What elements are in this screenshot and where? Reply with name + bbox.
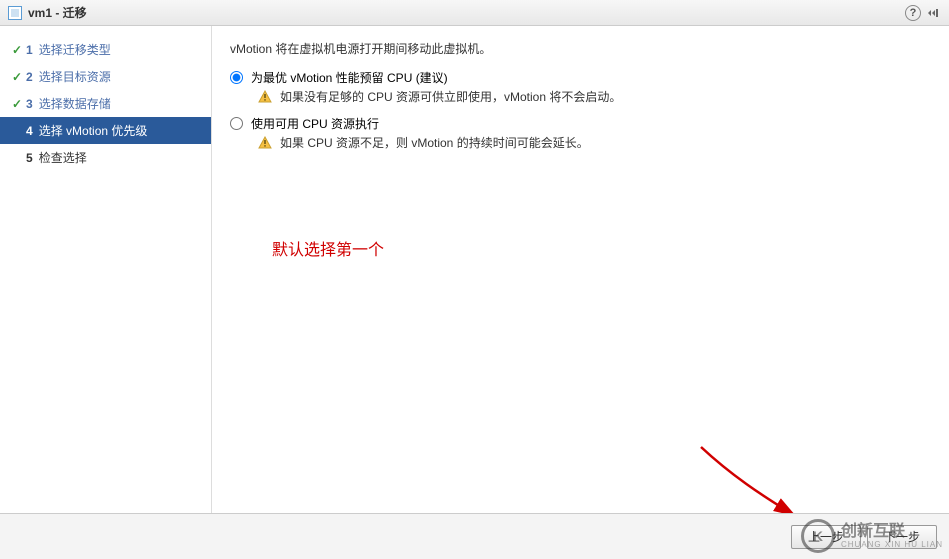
titlebar: vm1 - 迁移 ?: [0, 0, 949, 26]
option-label: 为最优 vMotion 性能预留 CPU (建议): [251, 69, 448, 86]
option-reserve-cpu[interactable]: 为最优 vMotion 性能预留 CPU (建议): [230, 69, 931, 86]
description-text: vMotion 将在虚拟机电源打开期间移动此虚拟机。: [230, 40, 931, 57]
step-vmotion-priority[interactable]: 4 选择 vMotion 优先级: [0, 117, 211, 144]
step-migration-type[interactable]: ✓ 1 选择迁移类型: [0, 36, 211, 63]
check-icon: ✓: [10, 70, 24, 84]
watermark-logo-icon: K: [801, 519, 835, 553]
warning-icon: [258, 90, 272, 104]
step-label: 选择迁移类型: [39, 41, 111, 58]
step-label: 选择 vMotion 优先级: [39, 122, 148, 139]
check-icon: ✓: [10, 43, 24, 57]
step-label: 选择目标资源: [39, 68, 111, 85]
step-label: 检查选择: [39, 149, 87, 166]
step-review[interactable]: ✓ 5 检查选择: [0, 144, 211, 171]
watermark: K 创新互联 CHUANG XIN HU LIAN: [801, 519, 943, 553]
radio-reserve-cpu[interactable]: [230, 71, 243, 84]
help-icon[interactable]: ?: [905, 5, 921, 21]
step-target-resource[interactable]: ✓ 2 选择目标资源: [0, 63, 211, 90]
option-available-cpu[interactable]: 使用可用 CPU 资源执行: [230, 115, 931, 132]
option-label: 使用可用 CPU 资源执行: [251, 115, 379, 132]
note-available-cpu: 如果 CPU 资源不足，则 vMotion 的持续时间可能会延长。: [258, 134, 931, 151]
warning-icon: [258, 136, 272, 150]
annotation-text: 默认选择第一个: [272, 236, 384, 260]
vm-icon: [8, 6, 22, 20]
step-datastore[interactable]: ✓ 3 选择数据存储: [0, 90, 211, 117]
note-reserve-cpu: 如果没有足够的 CPU 资源可供立即使用，vMotion 将不会启动。: [258, 88, 931, 105]
window-title: vm1 - 迁移: [28, 4, 87, 21]
maximize-icon[interactable]: [927, 6, 941, 20]
watermark-sub: CHUANG XIN HU LIAN: [841, 540, 943, 549]
content-pane: vMotion 将在虚拟机电源打开期间移动此虚拟机。 为最优 vMotion 性…: [212, 26, 949, 513]
wizard-steps-sidebar: ✓ 1 选择迁移类型 ✓ 2 选择目标资源 ✓ 3 选择数据存储 4 选择 vM…: [0, 26, 212, 513]
note-text: 如果没有足够的 CPU 资源可供立即使用，vMotion 将不会启动。: [280, 88, 621, 105]
radio-available-cpu[interactable]: [230, 117, 243, 130]
step-label: 选择数据存储: [39, 95, 111, 112]
note-text: 如果 CPU 资源不足，则 vMotion 的持续时间可能会延长。: [280, 134, 589, 151]
watermark-brand: 创新互联: [841, 524, 943, 540]
check-icon: ✓: [10, 97, 24, 111]
